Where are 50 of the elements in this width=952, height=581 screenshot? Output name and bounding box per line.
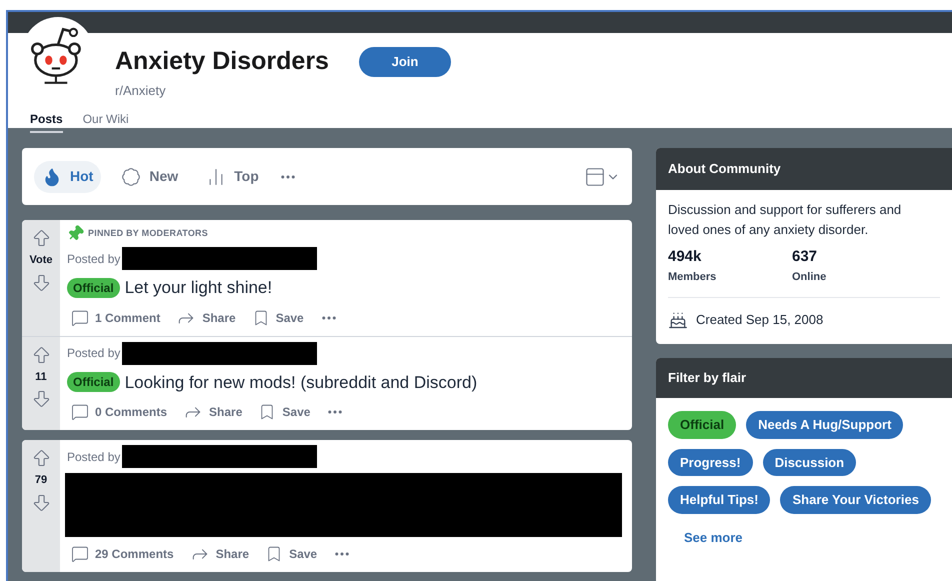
community-handle: r/Anxiety bbox=[114, 82, 166, 100]
layout-toggle-button[interactable] bbox=[584, 166, 620, 188]
comment-icon bbox=[71, 403, 89, 421]
sort-tab[interactable]: New bbox=[113, 160, 186, 192]
posted-by-label: Posted by bbox=[67, 448, 120, 466]
card-heading: Filter by flair bbox=[668, 369, 746, 388]
stat-label: Members bbox=[668, 270, 716, 284]
sort-tab[interactable]: Hot bbox=[34, 160, 102, 192]
stat-label: Online bbox=[792, 270, 826, 284]
flair-tag: Official bbox=[67, 372, 120, 392]
posted-by-label: Posted by bbox=[67, 250, 120, 268]
stat-value: 494k bbox=[668, 247, 702, 267]
flair-tag[interactable]: Progress! bbox=[668, 448, 753, 476]
comments-button[interactable]: 1 Comment bbox=[71, 308, 160, 326]
comments-button[interactable]: 0 Comments bbox=[71, 403, 168, 421]
flair-tag: Official bbox=[67, 278, 120, 298]
flair-tag[interactable]: Share Your Victories bbox=[780, 486, 931, 514]
save-button[interactable]: Save bbox=[258, 403, 310, 421]
share-button[interactable]: Share bbox=[190, 544, 250, 564]
comments-button[interactable]: 29 Comments bbox=[71, 545, 174, 563]
layout-icon bbox=[584, 166, 606, 188]
post-title[interactable]: Let your light shine! bbox=[124, 275, 272, 300]
see-more-link[interactable]: See more bbox=[684, 528, 743, 547]
post-title[interactable]: Looking for new mods! (subreddit and Discord) bbox=[124, 370, 478, 395]
flair-tag[interactable]: Discussion bbox=[762, 448, 856, 476]
comment-icon bbox=[71, 308, 89, 326]
community-title: Anxiety Disorders bbox=[115, 46, 329, 77]
cake-icon bbox=[668, 310, 688, 330]
join-button[interactable]: Join bbox=[358, 46, 451, 77]
nav-tab[interactable]: Posts bbox=[30, 110, 63, 133]
nav-tab[interactable]: Our Wiki bbox=[82, 110, 129, 133]
starburst-icon bbox=[121, 166, 142, 186]
vote-count: Vote bbox=[29, 253, 53, 268]
vote-count: 11 bbox=[35, 370, 47, 384]
stat-value: 637 bbox=[792, 247, 818, 267]
vote-count: 79 bbox=[34, 473, 48, 488]
save-button[interactable]: Save bbox=[265, 545, 318, 563]
flair-tag[interactable]: Official bbox=[668, 411, 736, 438]
created-date: Created Sep 15, 2008 bbox=[696, 311, 824, 330]
pinned-label: PINNED BY MODERATORS bbox=[88, 226, 208, 240]
community-description: Discussion and support for sufferers and loved ones of any anxiety disorder. bbox=[668, 201, 902, 239]
share-button[interactable]: Share bbox=[176, 308, 236, 328]
posted-by-label: Posted by bbox=[67, 345, 120, 362]
sort-tab[interactable]: Top bbox=[198, 160, 267, 192]
comment-icon bbox=[71, 545, 89, 563]
flair-tag[interactable]: Needs A Hug/Support bbox=[746, 411, 904, 438]
flair-tag[interactable]: Helpful Tips! bbox=[668, 486, 770, 514]
share-button[interactable]: Share bbox=[183, 402, 242, 422]
card-heading: About Community bbox=[668, 160, 781, 178]
save-button[interactable]: Save bbox=[252, 308, 304, 326]
